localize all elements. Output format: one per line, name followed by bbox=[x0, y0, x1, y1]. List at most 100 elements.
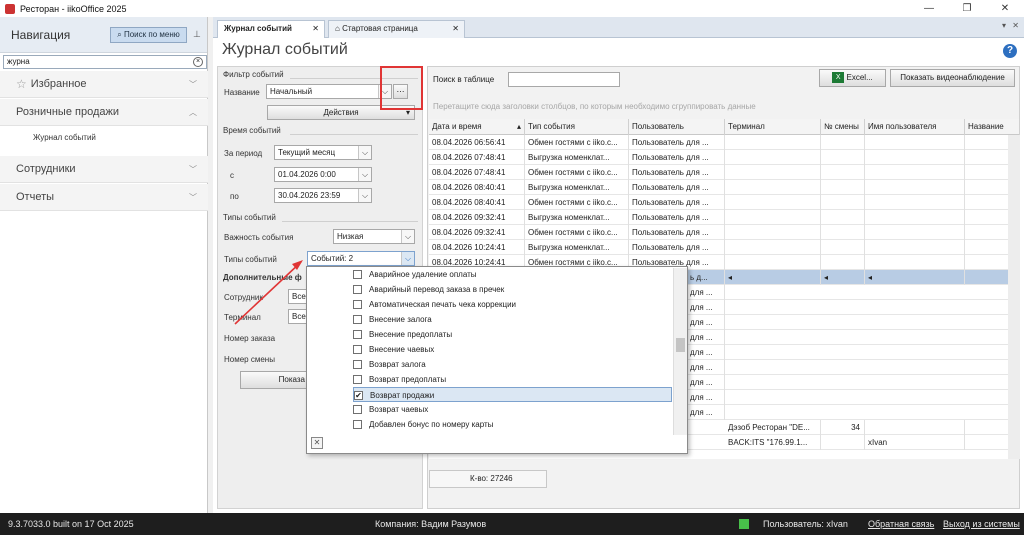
cell bbox=[865, 135, 965, 150]
chevron-down-icon: ﹀ bbox=[189, 192, 197, 202]
checkbox[interactable] bbox=[353, 375, 362, 384]
column-header[interactable]: Дата и время ▴ bbox=[429, 119, 525, 135]
period-combo[interactable]: Текущий месяц ⌵ bbox=[274, 145, 372, 160]
event-type-option[interactable]: Возврат залога bbox=[353, 357, 672, 372]
nav-item-event-log[interactable]: Журнал событий bbox=[33, 133, 96, 142]
event-type-option[interactable]: Аварийное удаление оплаты bbox=[353, 267, 672, 282]
chevron-down-icon[interactable]: ⌵ bbox=[358, 189, 371, 202]
tab-start-page[interactable]: ⌂ Стартовая страница ✕ bbox=[328, 20, 465, 38]
tab-close-icon[interactable]: ✕ bbox=[312, 21, 319, 37]
clear-icon[interactable]: × bbox=[193, 57, 203, 67]
table-row[interactable]: 08.04.2026 08:40:41 Выгрузка номенклат..… bbox=[429, 180, 1020, 195]
checkbox[interactable] bbox=[353, 285, 362, 294]
filter-cell-icon[interactable]: ◂ bbox=[868, 273, 872, 282]
checkbox[interactable] bbox=[353, 405, 362, 414]
divider bbox=[282, 221, 418, 222]
chevron-down-icon[interactable]: ⌵ bbox=[401, 230, 414, 243]
close-icon[interactable]: ✕ bbox=[311, 437, 323, 449]
event-type-option[interactable]: Автоматическая печать чека коррекции bbox=[353, 297, 672, 312]
from-date-input[interactable]: 01.04.2026 0:00 ⌵ bbox=[274, 167, 372, 182]
option-label: Возврат чаевых bbox=[369, 405, 429, 414]
table-row[interactable]: 08.04.2026 07:48:41 Обмен гостями с iiko… bbox=[429, 165, 1020, 180]
scrollbar-thumb[interactable] bbox=[676, 338, 685, 352]
event-type-option[interactable]: Возврат чаевых bbox=[353, 402, 672, 417]
table-row[interactable]: 08.04.2026 10:24:41 Выгрузка номенклат..… bbox=[429, 240, 1020, 255]
cell bbox=[725, 180, 821, 195]
checkbox[interactable] bbox=[353, 300, 362, 309]
to-date-input[interactable]: 30.04.2026 23:59 ⌵ bbox=[274, 188, 372, 203]
column-header[interactable]: Название bbox=[965, 119, 1020, 135]
filter-cell-icon[interactable]: ◂ bbox=[728, 273, 732, 282]
column-header[interactable]: Тип события bbox=[525, 119, 629, 135]
importance-combo[interactable]: Низкая ⌵ bbox=[333, 229, 415, 244]
table-row[interactable]: 08.04.2026 09:32:41 Выгрузка номенклат..… bbox=[429, 210, 1020, 225]
logout-link[interactable]: Выход из системы bbox=[943, 519, 1020, 529]
checkbox-checked[interactable]: ✔ bbox=[354, 391, 363, 400]
event-type-option[interactable]: Возврат предоплаты bbox=[353, 372, 672, 387]
checkbox[interactable] bbox=[353, 315, 362, 324]
cell: Пользователь для ... bbox=[629, 225, 725, 240]
menu-search-button[interactable]: ⌕ Поиск по меню bbox=[110, 27, 187, 43]
minimize-icon[interactable]: — bbox=[910, 0, 948, 17]
help-icon[interactable]: ? bbox=[1003, 44, 1017, 58]
cell bbox=[725, 165, 821, 180]
checkbox[interactable] bbox=[353, 360, 362, 369]
nav-section-reports[interactable]: Отчеты ﹀ bbox=[0, 184, 208, 211]
popup-scrollbar[interactable] bbox=[673, 268, 687, 435]
tab-close-icon[interactable]: ✕ bbox=[452, 21, 459, 37]
event-type-option[interactable]: Внесение залога bbox=[353, 312, 672, 327]
chevron-down-icon[interactable]: ⌵ bbox=[401, 252, 414, 265]
event-type-option[interactable]: Внесение чаевых bbox=[353, 342, 672, 357]
show-button[interactable]: Показа bbox=[240, 371, 312, 389]
tab-list-icon[interactable]: ▾ bbox=[1002, 21, 1006, 30]
tab-event-log[interactable]: Журнал событий ✕ bbox=[217, 20, 325, 38]
filter-cell-icon[interactable]: ◂ bbox=[824, 273, 828, 282]
chevron-down-icon[interactable]: ⌵ bbox=[358, 146, 371, 159]
column-header[interactable]: Пользователь bbox=[629, 119, 725, 135]
column-label: Имя пользователя bbox=[868, 122, 937, 131]
types-group-title: Типы событий bbox=[223, 213, 276, 222]
feedback-link[interactable]: Обратная связь bbox=[868, 519, 934, 529]
event-type-option[interactable]: Добавлен бонус по номеру карты bbox=[353, 417, 672, 432]
event-types-combo[interactable]: Событий: 2 ⌵ bbox=[307, 251, 415, 266]
from-label: с bbox=[230, 171, 234, 180]
cell: ◂ bbox=[725, 270, 821, 285]
checkbox[interactable] bbox=[353, 270, 362, 279]
table-row[interactable]: 08.04.2026 07:48:41 Выгрузка номенклат..… bbox=[429, 150, 1020, 165]
filter-name-combo[interactable]: Начальный ⌵ bbox=[266, 84, 392, 99]
event-type-option-selected[interactable]: ✔ Возврат продажи bbox=[353, 387, 672, 402]
nav-filter-input[interactable]: журна × bbox=[3, 55, 207, 69]
event-type-option[interactable]: Внесение предоплаты bbox=[353, 327, 672, 342]
nav-header: Навигация ⌕ Поиск по меню ⊥ bbox=[0, 17, 207, 53]
table-row[interactable]: 08.04.2026 08:40:41 Обмен гостями с iiko… bbox=[429, 195, 1020, 210]
nav-section-label: Розничные продажи bbox=[16, 106, 119, 118]
tab-close-all-icon[interactable]: ✕ bbox=[1012, 21, 1019, 30]
vertical-scrollbar[interactable] bbox=[1008, 135, 1020, 459]
checkbox[interactable] bbox=[353, 330, 362, 339]
table-row[interactable]: 08.04.2026 09:32:41 Обмен гостями с iiko… bbox=[429, 225, 1020, 240]
nav-section-retail[interactable]: Розничные продажи ︿ bbox=[0, 99, 208, 126]
pin-icon[interactable]: ⊥ bbox=[193, 29, 201, 40]
close-icon[interactable]: ✕ bbox=[986, 0, 1024, 17]
cell bbox=[725, 195, 821, 210]
checkbox[interactable] bbox=[353, 420, 362, 429]
video-button[interactable]: Показать видеонаблюдение bbox=[890, 69, 1015, 87]
table-search-input[interactable] bbox=[508, 72, 620, 87]
chevron-down-icon[interactable]: ⌵ bbox=[358, 168, 371, 181]
table-row[interactable]: 08.04.2026 06:56:41 Обмен гостями с iiko… bbox=[429, 135, 1020, 150]
column-header[interactable]: Терминал bbox=[725, 119, 821, 135]
nav-section-favorites[interactable]: ☆ Избранное ﹀ bbox=[0, 71, 208, 98]
period-label: За период bbox=[224, 149, 263, 158]
checkbox[interactable] bbox=[353, 345, 362, 354]
column-label: № смены bbox=[824, 122, 859, 131]
nav-section-employees[interactable]: Сотрудники ﹀ bbox=[0, 156, 208, 183]
maximize-icon[interactable]: ❐ bbox=[948, 0, 986, 17]
column-header[interactable]: Имя пользователя bbox=[865, 119, 965, 135]
option-label: Внесение залога bbox=[369, 315, 432, 324]
excel-button[interactable]: X Excel... bbox=[819, 69, 886, 87]
cell: 08.04.2026 10:24:41 bbox=[429, 240, 525, 255]
column-header[interactable]: № смены bbox=[821, 119, 865, 135]
filter-group-title: Фильтр событий bbox=[223, 70, 284, 79]
option-label: Возврат продажи bbox=[370, 391, 435, 400]
event-type-option[interactable]: Аварийный перевод заказа в пречек bbox=[353, 282, 672, 297]
